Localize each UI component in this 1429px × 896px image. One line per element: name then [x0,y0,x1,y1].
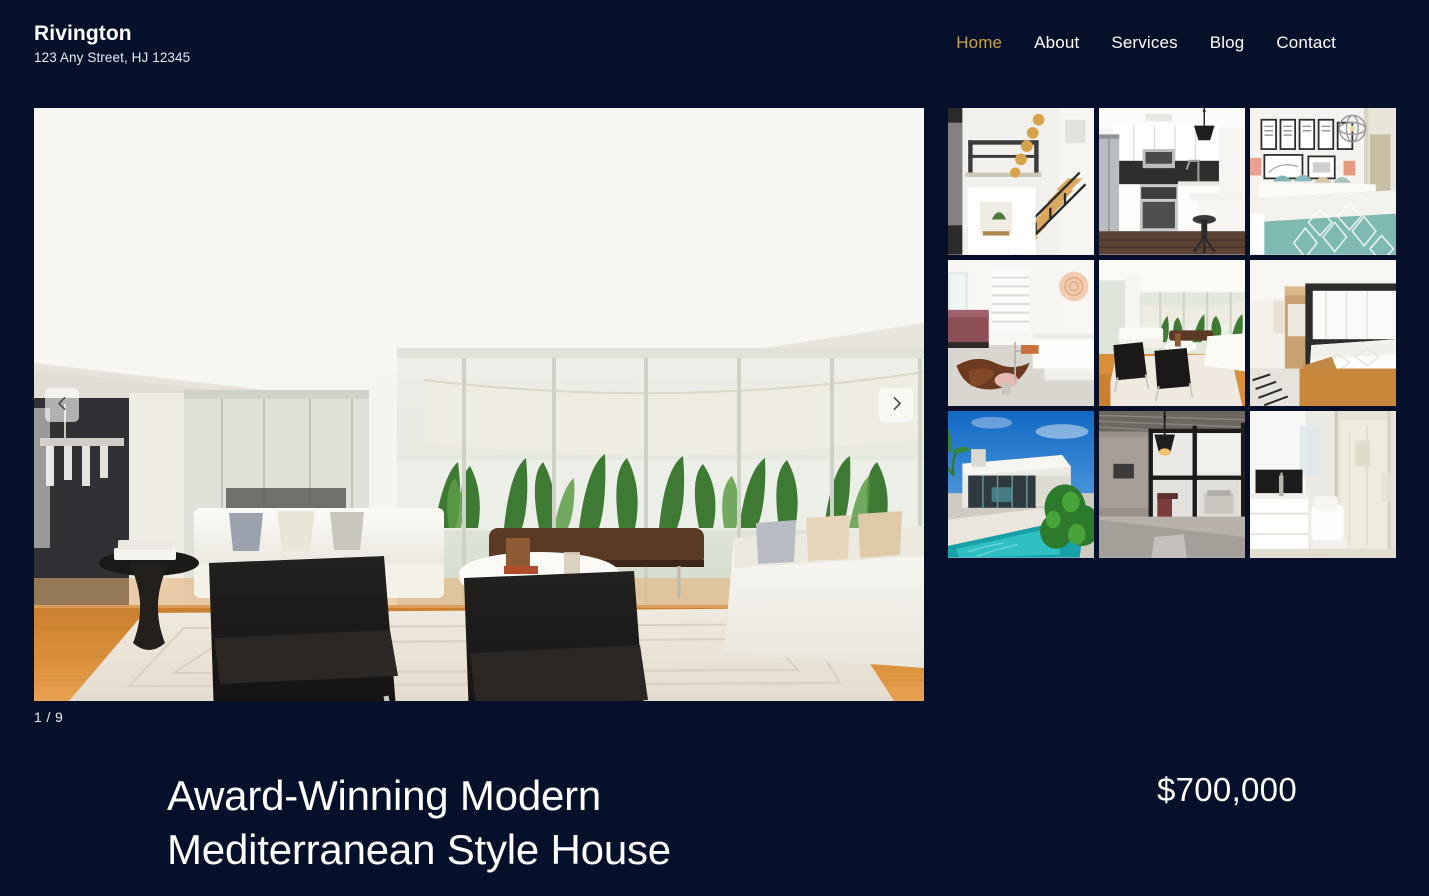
listing-info: Award-Winning Modern Mediterranean Style… [0,757,1429,896]
carousel-next-button[interactable] [879,388,913,422]
thumbnail-1[interactable] [948,108,1094,255]
thumbnail-grid [948,108,1396,558]
nav-link-contact[interactable]: Contact [1260,33,1352,53]
gallery-area: 1 / 9 [0,108,1429,733]
thumbnail-3[interactable] [1250,108,1396,255]
thumbnail-4[interactable] [948,259,1094,407]
thumbnail-6[interactable] [1250,259,1396,407]
brand-name: Rivington [34,22,132,45]
listing-price: $700,000 [1156,771,1297,808]
nav-link-about[interactable]: About [1018,33,1095,53]
nav-link-services[interactable]: Services [1095,33,1193,53]
chevron-left-icon [54,395,71,415]
nav-link-blog[interactable]: Blog [1194,33,1261,53]
carousel-counter: 1 / 9 [34,709,64,725]
chevron-right-icon [888,395,905,415]
thumbnail-2[interactable] [1099,108,1245,255]
thumbnail-7[interactable] [948,411,1094,558]
listing-title: Award-Winning Modern Mediterranean Style… [167,772,671,873]
site-header: Rivington 123 Any Street, HJ 12345 Home … [0,0,1429,96]
carousel-prev-button[interactable] [45,388,79,422]
hero-image[interactable] [34,108,924,701]
thumbnail-5[interactable] [1099,259,1245,407]
brand-block[interactable]: Rivington 123 Any Street, HJ 12345 [34,22,190,65]
thumbnail-8[interactable] [1099,411,1245,558]
main-nav: Home About Services Blog Contact [940,33,1352,53]
brand-address: 123 Any Street, HJ 12345 [34,50,191,66]
hero-carousel[interactable] [34,108,924,701]
nav-link-home[interactable]: Home [940,33,1018,53]
thumbnail-9[interactable] [1250,411,1396,558]
